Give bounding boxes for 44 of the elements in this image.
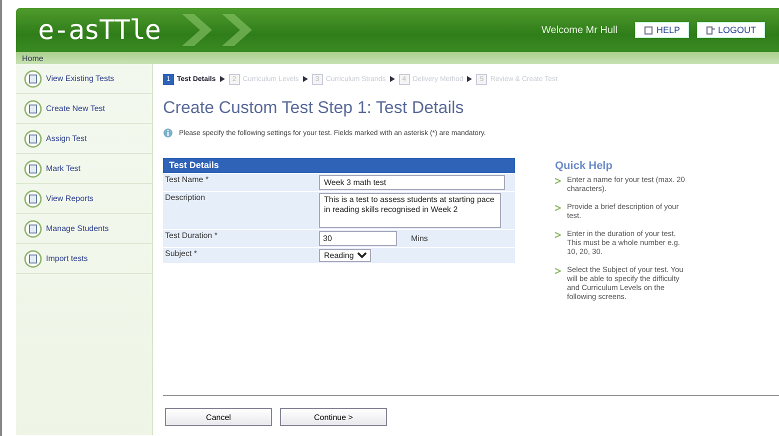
circled-page-icon bbox=[24, 130, 42, 148]
sidebar-link[interactable]: Assign Test bbox=[46, 134, 87, 143]
breadcrumb-link[interactable]: Home bbox=[22, 54, 44, 62]
door-icon bbox=[706, 26, 715, 34]
logo: e-asTTle bbox=[38, 14, 160, 46]
circled-page-icon bbox=[24, 220, 42, 238]
cancel-button[interactable]: Cancel bbox=[165, 408, 272, 426]
arrow-icon bbox=[220, 76, 225, 82]
sidebar-link[interactable]: View Reports bbox=[46, 194, 94, 203]
circled-page-icon bbox=[24, 190, 42, 208]
panel-heading: Test Details bbox=[163, 158, 515, 173]
sidebar-link[interactable]: Manage Students bbox=[46, 224, 109, 233]
description-field[interactable]: This is a test to assess students at starting pace in reading skills recognised in Week 2 bbox=[319, 193, 501, 228]
chevron-icon bbox=[555, 205, 561, 211]
field-label: Test Name * bbox=[164, 175, 210, 186]
arrow-icon bbox=[390, 76, 395, 82]
field-label: Description bbox=[164, 193, 206, 204]
field-label: Subject * bbox=[164, 249, 198, 260]
arrow-icon bbox=[302, 76, 308, 82]
sidebar-link[interactable]: Import tests bbox=[46, 254, 88, 263]
name-field[interactable]: Week 3 math test bbox=[319, 175, 505, 190]
chevron-icon bbox=[555, 178, 561, 184]
circled-page-icon bbox=[24, 100, 42, 118]
circled-page-icon bbox=[24, 70, 42, 88]
sidebar-link[interactable]: Mark Test bbox=[46, 164, 81, 173]
subject-dropdown[interactable]: Reading bbox=[319, 249, 371, 262]
circled-page-icon bbox=[24, 250, 42, 268]
page-title: Create Custom Test Step 1: Test Details bbox=[163, 98, 465, 118]
sidebar-link[interactable]: View Existing Tests bbox=[46, 74, 114, 83]
quick-help-title: Quick Help bbox=[555, 160, 614, 172]
chevron-icon bbox=[555, 268, 561, 274]
field-label: Test Duration * bbox=[164, 231, 218, 242]
arrow-icon bbox=[467, 76, 472, 82]
info-icon bbox=[163, 128, 173, 138]
duration-field[interactable]: 30 bbox=[319, 231, 397, 246]
sidebar-link[interactable]: Create New Test bbox=[46, 104, 105, 113]
welcome-text: Welcome Mr Hull bbox=[542, 24, 618, 36]
circled-page-icon bbox=[24, 160, 42, 178]
chevron-icon bbox=[555, 232, 561, 238]
unit-label: Mins bbox=[411, 234, 428, 243]
logout-button[interactable]: LOGOUT bbox=[696, 22, 765, 38]
continue-button[interactable]: Continue > bbox=[280, 408, 387, 426]
help-button[interactable]: HELP bbox=[635, 22, 689, 38]
box-icon bbox=[644, 26, 654, 34]
